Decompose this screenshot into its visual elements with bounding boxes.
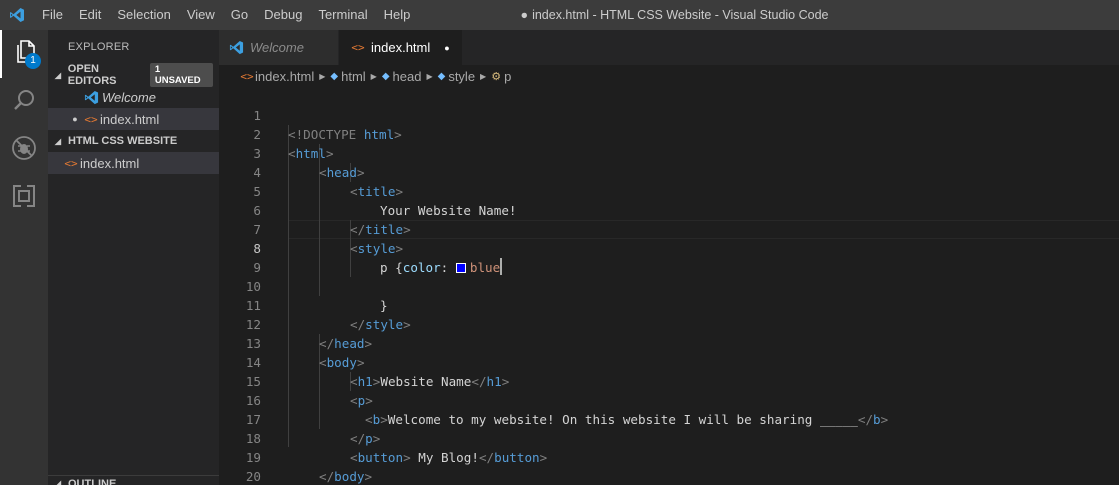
open-editor-label: index.html: [100, 111, 160, 127]
menu-terminal[interactable]: Terminal: [310, 0, 375, 30]
breadcrumb-label: html: [341, 68, 366, 84]
outline-label: OUTLINE: [68, 478, 117, 485]
outline-header[interactable]: ◢ OUTLINE: [48, 475, 219, 485]
open-editor-item-welcome[interactable]: Welcome: [48, 86, 219, 108]
chevron-up-icon: ◢: [54, 479, 62, 485]
line-content: </body>: [319, 469, 373, 484]
sidebar-title: EXPLORER: [68, 41, 130, 53]
menu-selection[interactable]: Selection: [109, 0, 178, 30]
line-number: 20: [245, 469, 261, 484]
code-line: 2 <html>: [219, 106, 1119, 161]
chevron-down-icon: ◢: [54, 136, 62, 146]
search-icon: [12, 88, 36, 116]
code-line: 16 <b>Welcome to my website! On this web…: [219, 372, 1119, 427]
chevron-right-icon: ▶: [426, 71, 433, 81]
html-icon: <>: [84, 112, 98, 126]
vscode-icon: [229, 40, 244, 55]
extensions-icon: [12, 184, 36, 212]
code-line: 11 </style>: [219, 277, 1119, 332]
unsaved-badge: 1 UNSAVED: [149, 63, 213, 87]
code-line: 9: [219, 239, 1119, 275]
code-line: 1 <!DOCTYPE html>: [219, 87, 1119, 142]
code-line: 12 </head>: [219, 296, 1119, 351]
tab-label: index.html: [371, 40, 431, 55]
menu-view[interactable]: View: [179, 0, 223, 30]
window-title-text: index.html - HTML CSS Website - Visual S…: [532, 8, 829, 22]
breadcrumb-style[interactable]: ◆ style: [438, 69, 475, 84]
open-editors-label: OPEN EDITORS: [67, 63, 117, 87]
code-line: 20 </html>: [219, 448, 1119, 484]
menu-edit[interactable]: Edit: [71, 0, 109, 30]
tab-index-html[interactable]: <> index.html ●: [339, 30, 463, 65]
breadcrumb-head[interactable]: ◆ head: [382, 69, 422, 84]
code-line: 17 </p>: [219, 391, 1119, 446]
explorer-activity-button[interactable]: 1: [0, 30, 48, 78]
code-line: 13 <body>: [219, 315, 1119, 370]
code-line: 10 }: [219, 258, 1119, 313]
menu-go[interactable]: Go: [223, 0, 256, 30]
window-dirty-indicator: ●: [520, 8, 529, 22]
tab-label: Welcome: [250, 40, 304, 55]
code-line: 5 Your Website Name!: [219, 163, 1119, 218]
html-icon: <>: [240, 69, 254, 83]
explorer-sidebar: EXPLORER ◢ OPEN EDITORS 1 UNSAVED Welcom…: [48, 30, 219, 485]
debug-activity-button[interactable]: [0, 126, 48, 174]
element-icon: ◆: [330, 70, 339, 82]
workspace-file-label: index.html: [80, 155, 140, 171]
code-line: 18 <button> My Blog!</button>: [219, 410, 1119, 465]
code-line: 19 </body>: [219, 429, 1119, 484]
title-bar: File Edit Selection View Go Debug Termin…: [0, 0, 1119, 30]
breadcrumb-label: index.html: [255, 68, 315, 84]
search-activity-button[interactable]: [0, 78, 48, 126]
debug-icon: [11, 135, 37, 165]
code-line: 4 <title>: [219, 144, 1119, 199]
explorer-badge: 1: [25, 53, 41, 69]
open-editors-header[interactable]: ◢ OPEN EDITORS 1 UNSAVED: [48, 63, 219, 87]
element-icon: ◆: [381, 70, 390, 82]
dirty-close-button[interactable]: ●: [444, 43, 449, 53]
dirty-indicator[interactable]: ●: [68, 114, 82, 124]
breadcrumb-p[interactable]: ⚙ p: [491, 69, 511, 84]
breadcrumb-file[interactable]: <> index.html: [239, 69, 314, 84]
workspace-file-index-html[interactable]: <> index.html: [48, 152, 219, 174]
activity-bar: 1: [0, 30, 48, 485]
code-line: 14 <h1>Website Name</h1>: [219, 334, 1119, 389]
breadcrumb-html[interactable]: ◆ html: [330, 69, 365, 84]
menu-bar: File Edit Selection View Go Debug Termin…: [34, 0, 418, 30]
breadcrumb: <> index.html ▶ ◆ html ▶ ◆ head ▶ ◆ styl…: [219, 65, 1119, 87]
code-line: 15 <p>: [219, 353, 1119, 408]
open-editor-label: Welcome: [102, 89, 156, 105]
workspace-header[interactable]: ◢ HTML CSS WEBSITE: [48, 130, 219, 152]
token: body: [334, 469, 365, 484]
vscode-logo-icon: [0, 0, 34, 30]
chevron-right-icon: ▶: [370, 71, 377, 81]
breadcrumb-label: head: [392, 68, 422, 84]
menu-file[interactable]: File: [34, 0, 71, 30]
menu-debug[interactable]: Debug: [256, 0, 310, 30]
code-line: 7 <style>: [219, 201, 1119, 256]
chevron-down-icon: ◢: [54, 70, 61, 80]
code-line: 6 </title>: [219, 182, 1119, 237]
breadcrumb-label: p: [504, 68, 512, 84]
editor-tabs: Welcome <> index.html ●: [219, 30, 1119, 65]
code-line: 3 <head>: [219, 125, 1119, 180]
tab-welcome[interactable]: Welcome: [219, 30, 339, 65]
vscode-icon: [80, 90, 102, 105]
html-icon: <>: [64, 156, 78, 170]
code-editor[interactable]: 1 <!DOCTYPE html> 2 <html> 3 <head> 4 <t…: [219, 87, 1119, 485]
breadcrumb-label: style: [448, 68, 476, 84]
menu-help[interactable]: Help: [376, 0, 419, 30]
workspace-label: HTML CSS WEBSITE: [68, 135, 178, 147]
open-editor-item-index-html[interactable]: ● <> index.html: [48, 108, 219, 130]
css-rule-icon: ⚙: [491, 70, 502, 83]
chevron-right-icon: ▶: [480, 71, 487, 81]
code-line: 8 p {color: blue: [219, 220, 1119, 275]
chevron-right-icon: ▶: [319, 71, 326, 81]
html-icon: <>: [351, 41, 365, 54]
element-icon: ◆: [437, 70, 446, 82]
extensions-activity-button[interactable]: [0, 174, 48, 222]
